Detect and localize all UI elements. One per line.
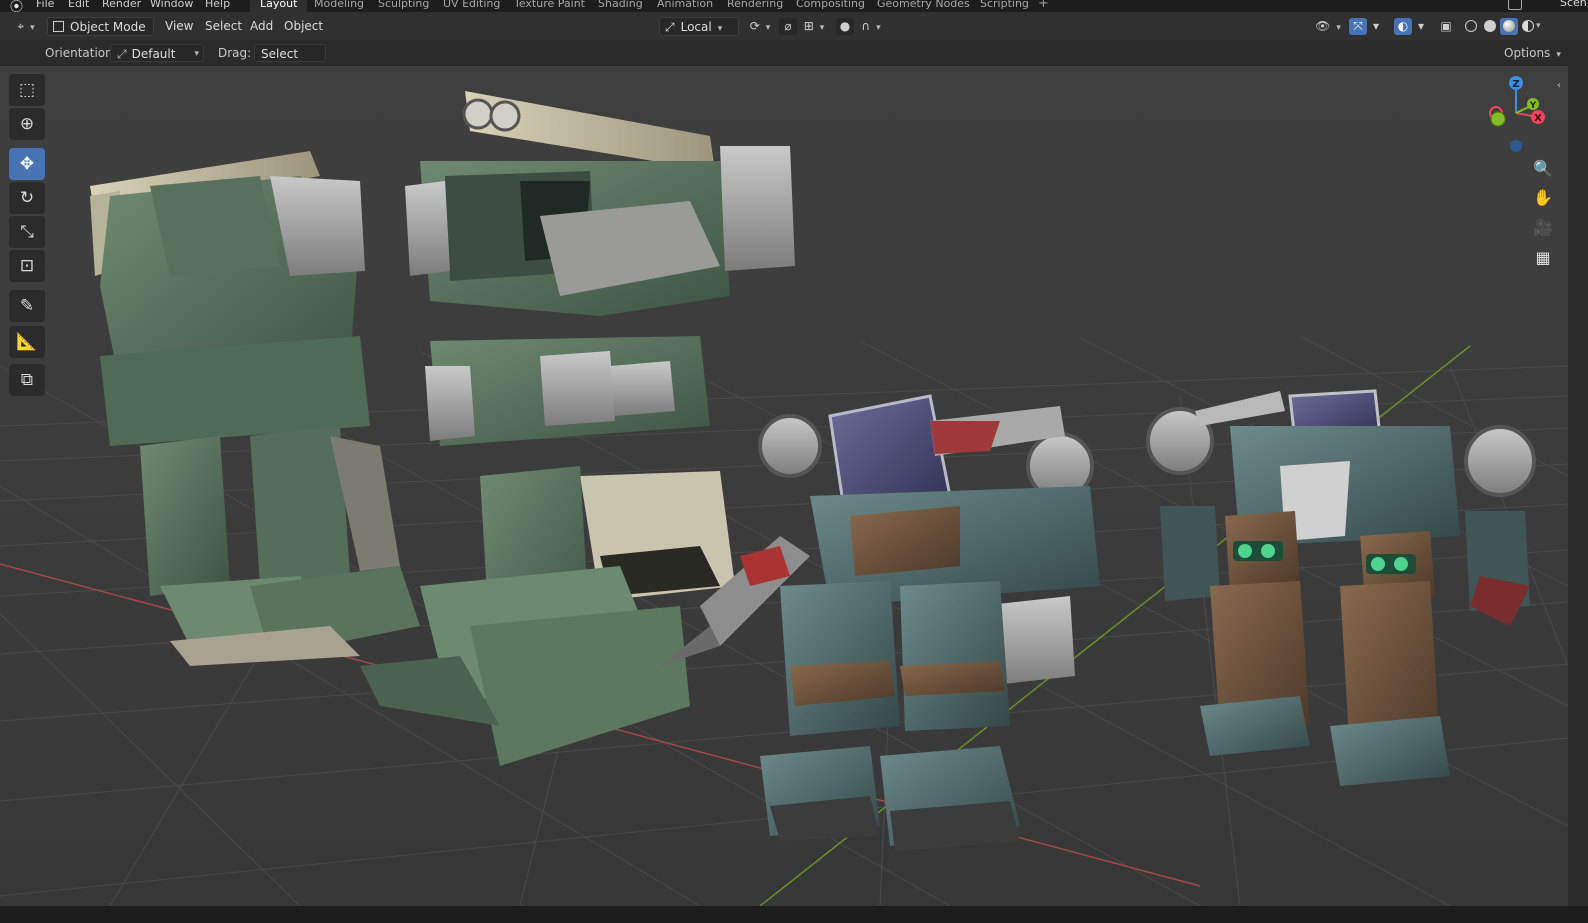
sidebar-collapse-icon[interactable]: ‹	[1557, 80, 1561, 91]
options-label: Options	[1504, 46, 1551, 60]
chevron-down-icon: ▾	[1556, 50, 1561, 60]
menu-edit[interactable]: Edit	[68, 0, 89, 10]
rendered-shading-icon[interactable]	[1519, 18, 1537, 35]
blender-logo-icon[interactable]: ⦿	[10, 0, 26, 12]
tab-animation[interactable]: Animation	[647, 0, 723, 12]
xray-toggle-icon[interactable]: ▣	[1437, 18, 1455, 35]
mode-label: Object Mode	[70, 20, 146, 34]
orientation-icon: ⤢	[665, 20, 675, 34]
gizmo-dropdown-icon[interactable]: ▾	[1367, 18, 1385, 35]
material-shading-icon[interactable]	[1500, 18, 1518, 35]
snap-toggle-icon[interactable]: ⌀	[779, 18, 797, 35]
visibility-icon[interactable]: 👁 ▾	[1313, 18, 1343, 35]
menu-object[interactable]: Object	[279, 17, 328, 36]
gizmo-x-label: X	[1534, 113, 1542, 124]
viewport-header: ⌖▾ Object Mode▾ View Select Add Object ⤢…	[0, 12, 1588, 53]
move-tool-icon[interactable]: ✥	[9, 148, 45, 180]
tab-shading[interactable]: Shading	[588, 0, 653, 12]
tab-sculpting[interactable]: Sculpting	[368, 0, 439, 12]
cursor-tool-icon[interactable]: ⊕	[9, 108, 45, 140]
orientation-dropdown[interactable]: ⤢ Default ▾	[110, 44, 204, 62]
camera-icon[interactable]: 🎥	[1529, 214, 1557, 242]
menu-view[interactable]: View	[160, 17, 198, 36]
mode-dropdown[interactable]: Object Mode▾	[47, 17, 154, 53]
select-box-tool-icon[interactable]: ⬚	[9, 74, 45, 106]
menu-file[interactable]: File	[36, 0, 54, 10]
zoom-icon[interactable]: 🔍	[1529, 155, 1557, 183]
gizmo-z-label: Z	[1512, 79, 1519, 90]
scene-icon	[1508, 0, 1522, 10]
pivot-point-icon[interactable]: ⟳ ▾	[746, 18, 774, 35]
orientation-dropdown-value: Default	[131, 47, 176, 61]
gizmo-neg-z-handle[interactable]	[1510, 140, 1522, 152]
pan-hand-icon[interactable]: ✋	[1529, 184, 1557, 212]
orientation-axes-icon: ⤢	[117, 47, 127, 61]
drag-label: Drag:	[218, 46, 252, 60]
transform-tool-icon[interactable]: ⊡	[9, 250, 45, 282]
tab-geometry-nodes[interactable]: Geometry Nodes	[867, 0, 980, 12]
shading-dropdown-icon[interactable]: ▾	[1536, 18, 1548, 35]
viewport-scene	[0, 66, 1568, 906]
navigation-gizmo[interactable]: Z X Y	[1478, 73, 1558, 159]
menu-window[interactable]: Window	[150, 0, 193, 10]
tab-modeling[interactable]: Modeling	[304, 0, 374, 12]
scene-name: Scen	[1560, 0, 1587, 9]
status-bar	[0, 906, 1588, 923]
menu-select[interactable]: Select	[200, 17, 247, 36]
tab-texture-paint[interactable]: Texture Paint	[504, 0, 595, 12]
snap-target-icon[interactable]: ⊞ ▾	[800, 18, 828, 35]
add-cube-tool-icon[interactable]: ⧉	[9, 364, 45, 396]
overlays-dropdown-icon[interactable]: ▾	[1412, 18, 1430, 35]
tab-scripting[interactable]: Scripting	[970, 0, 1039, 12]
menu-render[interactable]: Render	[102, 0, 141, 10]
tab-layout[interactable]: Layout	[250, 0, 308, 12]
gizmo-neg-y-handle[interactable]	[1490, 111, 1506, 127]
object-mode-icon	[53, 21, 64, 32]
scene-selector[interactable]: Scen	[1502, 0, 1588, 12]
tab-rendering[interactable]: Rendering	[717, 0, 793, 12]
scale-tool-icon[interactable]: ⤡	[9, 216, 45, 248]
orientation-value: Local	[680, 20, 712, 34]
proportional-editing-icon[interactable]: ●	[836, 18, 854, 35]
overlays-toggle-icon[interactable]: ◐	[1394, 18, 1412, 35]
annotate-tool-icon[interactable]: ✎	[9, 290, 45, 322]
drag-dropdown[interactable]: Select Box▾	[254, 44, 326, 79]
solid-shading-icon[interactable]	[1481, 18, 1499, 35]
top-menu-bar: ⦿ File Edit Render Window Help Layout Mo…	[0, 0, 1588, 12]
gizmo-y-label: Y	[1529, 101, 1537, 111]
chevron-down-icon: ▾	[717, 24, 723, 34]
tool-settings-bar: Orientation: ⤢ Default ▾ Drag: Select Box▾…	[0, 40, 1588, 79]
falloff-icon[interactable]: ∩ ▾	[857, 18, 885, 35]
grid-icon[interactable]: ▦	[1529, 244, 1557, 272]
chevron-down-icon: ▾	[194, 49, 199, 59]
menu-help[interactable]: Help	[205, 0, 230, 10]
shading-mode-group: ▾	[1462, 18, 1552, 35]
tab-compositing[interactable]: Compositing	[786, 0, 875, 12]
menu-add[interactable]: Add	[245, 17, 278, 36]
3d-viewport[interactable]	[0, 66, 1568, 906]
tab-uv-editing[interactable]: UV Editing	[433, 0, 510, 12]
gizmo-toggle-icon[interactable]: ⤧	[1349, 18, 1367, 35]
measure-tool-icon[interactable]: 📐	[9, 326, 45, 358]
orientation-label: Orientation:	[45, 46, 117, 60]
editor-type-icon[interactable]: ⌖ ▾	[12, 18, 40, 35]
add-workspace-button[interactable]: +	[1038, 0, 1049, 11]
options-dropdown[interactable]: Options ▾	[1504, 46, 1561, 60]
rotate-tool-icon[interactable]: ↻	[9, 182, 45, 214]
viewport-side-gutter	[1568, 66, 1588, 906]
transform-orientation-dropdown[interactable]: ⤢ Local ▾	[659, 17, 739, 36]
wireframe-shading-icon[interactable]	[1462, 18, 1480, 35]
